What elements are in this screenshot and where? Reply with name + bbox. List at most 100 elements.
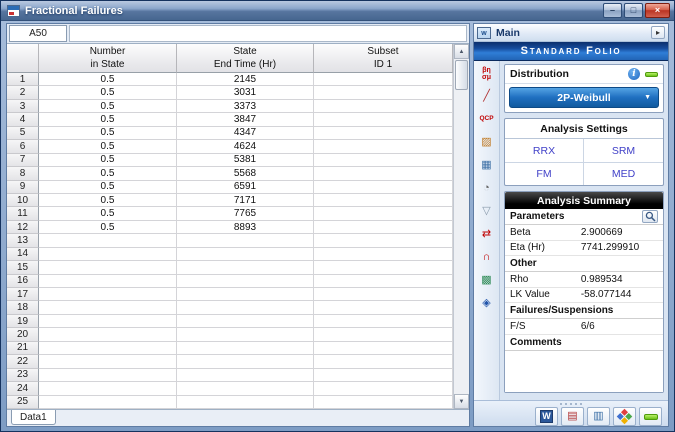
- setting-option-fm[interactable]: FM: [505, 162, 584, 185]
- cell-subset-id[interactable]: [314, 275, 453, 288]
- cell-subset-id[interactable]: [314, 221, 453, 234]
- row-number-cell[interactable]: 24: [7, 382, 39, 395]
- cell-number-in-state[interactable]: 0.5: [39, 73, 177, 86]
- row-number-cell[interactable]: 9: [7, 181, 39, 194]
- cell-state-end-time[interactable]: 7171: [177, 194, 314, 207]
- row-number-cell[interactable]: 18: [7, 301, 39, 314]
- row-number-cell[interactable]: 5: [7, 127, 39, 140]
- row-number-cell[interactable]: 19: [7, 315, 39, 328]
- cell-number-in-state[interactable]: [39, 261, 177, 274]
- row-number-cell[interactable]: 12: [7, 221, 39, 234]
- cell-subset-id[interactable]: [314, 301, 453, 314]
- cell-subset-id[interactable]: [314, 261, 453, 274]
- cell-number-in-state[interactable]: 0.5: [39, 113, 177, 126]
- cell-subset-id[interactable]: [314, 355, 453, 368]
- row-number-cell[interactable]: 10: [7, 194, 39, 207]
- cell-number-in-state[interactable]: [39, 396, 177, 409]
- cell-state-end-time[interactable]: 5568: [177, 167, 314, 180]
- info-icon[interactable]: i: [628, 68, 640, 80]
- cell-number-in-state[interactable]: 0.5: [39, 140, 177, 153]
- cell-subset-id[interactable]: [314, 396, 453, 409]
- change-units-icon[interactable]: ⇄: [477, 225, 497, 244]
- cell-subset-id[interactable]: [314, 140, 453, 153]
- cell-number-in-state[interactable]: [39, 234, 177, 247]
- search-icon[interactable]: [642, 210, 658, 223]
- cell-state-end-time[interactable]: [177, 355, 314, 368]
- cell-state-end-time[interactable]: 4347: [177, 127, 314, 140]
- alter-data-type-icon[interactable]: ∩: [477, 248, 497, 267]
- transfer-data-icon[interactable]: ▩: [477, 271, 497, 290]
- collapse-panel-icon[interactable]: [639, 407, 662, 426]
- scroll-down-icon[interactable]: ▼: [454, 394, 469, 409]
- calculate-parameters-icon[interactable]: βησμ: [477, 64, 497, 83]
- column-header-number-in-state[interactable]: Number in State: [39, 44, 177, 73]
- cell-state-end-time[interactable]: [177, 396, 314, 409]
- cell-number-in-state[interactable]: [39, 275, 177, 288]
- cell-subset-id[interactable]: [314, 127, 453, 140]
- cell-number-in-state[interactable]: 0.5: [39, 127, 177, 140]
- cell-number-in-state[interactable]: 0.5: [39, 167, 177, 180]
- row-number-cell[interactable]: 2: [7, 86, 39, 99]
- row-number-cell[interactable]: 21: [7, 342, 39, 355]
- cell-state-end-time[interactable]: 2145: [177, 73, 314, 86]
- cell-number-in-state[interactable]: 0.5: [39, 221, 177, 234]
- cell-state-end-time[interactable]: [177, 315, 314, 328]
- distribution-wizard-icon[interactable]: ◈: [477, 294, 497, 313]
- sheet-tab-data1[interactable]: Data1: [11, 410, 56, 425]
- maximize-button[interactable]: □: [624, 3, 643, 18]
- cell-state-end-time[interactable]: 3847: [177, 113, 314, 126]
- cell-state-end-time[interactable]: [177, 328, 314, 341]
- cell-state-end-time[interactable]: [177, 248, 314, 261]
- cell-number-in-state[interactable]: [39, 328, 177, 341]
- row-number-cell[interactable]: 11: [7, 207, 39, 220]
- cell-subset-id[interactable]: [314, 113, 453, 126]
- row-number-cell[interactable]: 17: [7, 288, 39, 301]
- column-header-subset-id[interactable]: Subset ID 1: [314, 44, 453, 73]
- cell-subset-id[interactable]: [314, 154, 453, 167]
- cell-subset-id[interactable]: [314, 181, 453, 194]
- row-number-cell[interactable]: 20: [7, 328, 39, 341]
- cell-subset-id[interactable]: [314, 382, 453, 395]
- cell-number-in-state[interactable]: 0.5: [39, 207, 177, 220]
- vertical-scrollbar[interactable]: ▲ ▼: [453, 44, 469, 409]
- report-document-icon[interactable]: ▤: [561, 407, 584, 426]
- cell-subset-id[interactable]: [314, 288, 453, 301]
- row-number-cell[interactable]: 25: [7, 396, 39, 409]
- row-number-cell[interactable]: 16: [7, 275, 39, 288]
- cell-state-end-time[interactable]: 4624: [177, 140, 314, 153]
- cell-state-end-time[interactable]: 7765: [177, 207, 314, 220]
- comments-area[interactable]: [505, 351, 663, 393]
- row-number-cell[interactable]: 8: [7, 167, 39, 180]
- row-number-cell[interactable]: 14: [7, 248, 39, 261]
- corner-header-cell[interactable]: [7, 44, 39, 73]
- cell-subset-id[interactable]: [314, 86, 453, 99]
- cell-subset-id[interactable]: [314, 100, 453, 113]
- word-report-icon[interactable]: W: [535, 407, 558, 426]
- cell-subset-id[interactable]: [314, 315, 453, 328]
- row-number-cell[interactable]: 23: [7, 369, 39, 382]
- collapse-section-icon[interactable]: [645, 72, 658, 77]
- cell-state-end-time[interactable]: 8893: [177, 221, 314, 234]
- cell-subset-id[interactable]: [314, 234, 453, 247]
- row-number-cell[interactable]: 4: [7, 113, 39, 126]
- cell-number-in-state[interactable]: 0.5: [39, 100, 177, 113]
- panel-expand-icon[interactable]: ▸: [651, 26, 665, 39]
- cell-number-in-state[interactable]: [39, 355, 177, 368]
- quick-statistical-reference-icon[interactable]: ◔: [477, 179, 497, 198]
- cell-number-in-state[interactable]: 0.5: [39, 86, 177, 99]
- cell-state-end-time[interactable]: 5381: [177, 154, 314, 167]
- cell-number-in-state[interactable]: [39, 301, 177, 314]
- cell-subset-id[interactable]: [314, 207, 453, 220]
- setting-option-med[interactable]: MED: [584, 162, 663, 185]
- cell-number-in-state[interactable]: [39, 288, 177, 301]
- cell-subset-id[interactable]: [314, 248, 453, 261]
- scroll-up-icon[interactable]: ▲: [454, 44, 469, 59]
- notebook-icon[interactable]: ▥: [587, 407, 610, 426]
- reliasoft-pinwheel-icon[interactable]: [613, 407, 636, 426]
- cell-state-end-time[interactable]: [177, 275, 314, 288]
- cell-state-end-time[interactable]: [177, 288, 314, 301]
- row-number-cell[interactable]: 1: [7, 73, 39, 86]
- cell-number-in-state[interactable]: 0.5: [39, 181, 177, 194]
- row-number-cell[interactable]: 7: [7, 154, 39, 167]
- cell-number-in-state[interactable]: [39, 342, 177, 355]
